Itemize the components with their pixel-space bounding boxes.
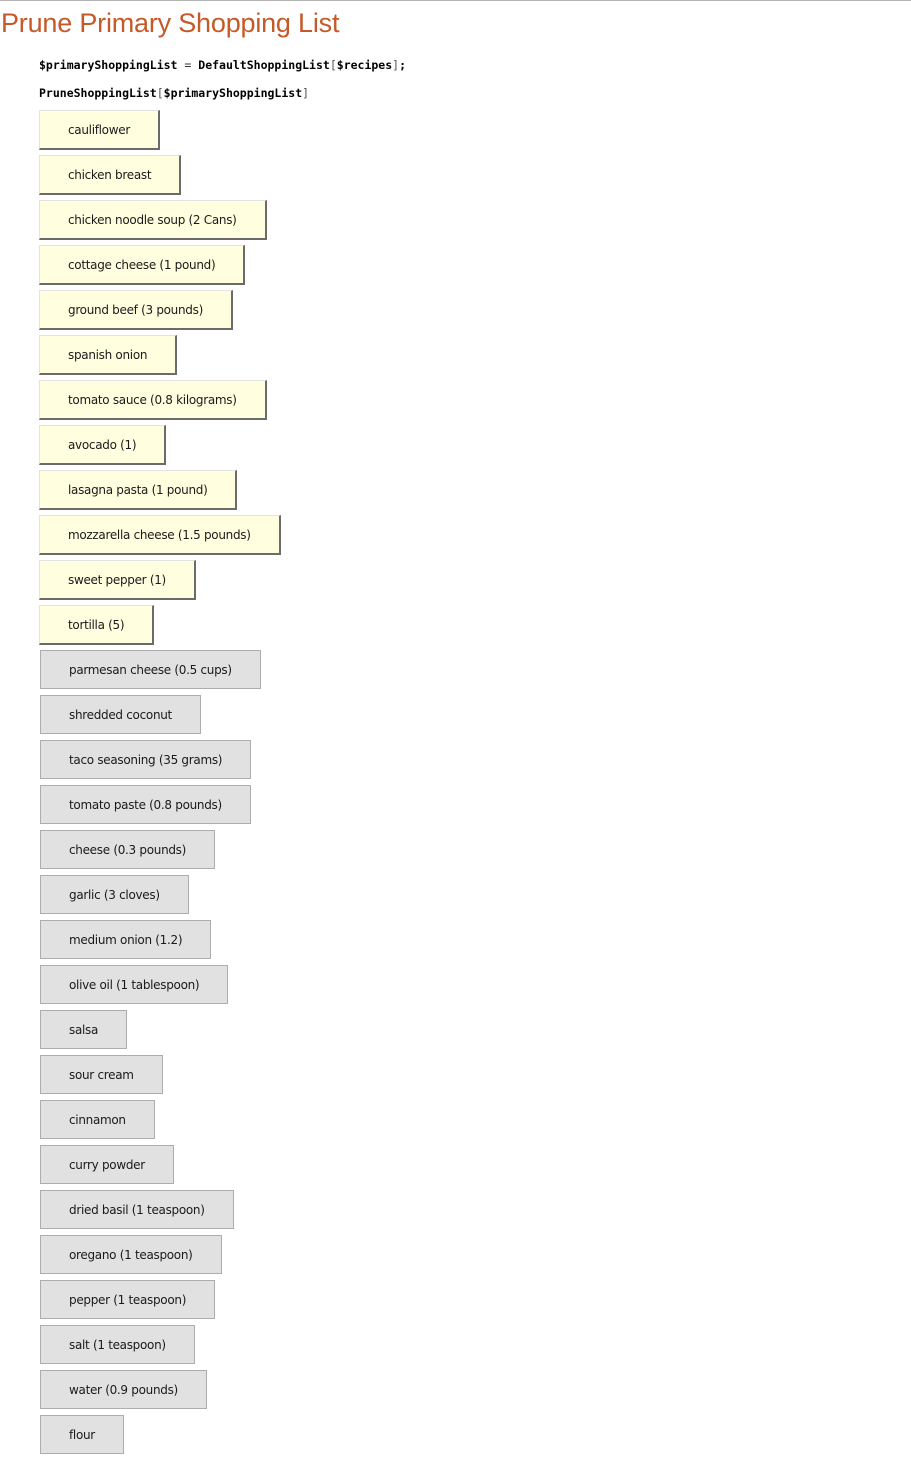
list-item: tomato sauce (0.8 kilograms) [39, 380, 281, 425]
shopping-item-toggle-list: cauliflower chicken breast chicken noodle … [39, 110, 281, 1460]
item-toggle-button-unselected[interactable]: oregano (1 teaspoon) [40, 1235, 222, 1274]
list-item: chicken breast [39, 155, 281, 200]
list-item: tomato paste (0.8 pounds) [39, 785, 281, 830]
section-title: Prune Primary Shopping List [1, 8, 340, 38]
close-bracket: ] [302, 86, 310, 100]
list-item: cinnamon [39, 1100, 281, 1145]
function-argument: $recipes [336, 58, 393, 72]
list-item: shredded coconut [39, 695, 281, 740]
item-toggle-button-unselected[interactable]: flour [40, 1415, 124, 1454]
list-item: salt (1 teaspoon) [39, 1325, 281, 1370]
item-toggle-button-unselected[interactable]: salt (1 teaspoon) [40, 1325, 195, 1364]
list-item: cheese (0.3 pounds) [39, 830, 281, 875]
item-toggle-button-unselected[interactable]: taco seasoning (35 grams) [40, 740, 252, 779]
item-toggle-button-selected[interactable]: cauliflower [39, 110, 160, 150]
list-item: flour [39, 1415, 281, 1460]
list-item: avocado (1) [39, 425, 281, 470]
list-item: medium onion (1.2) [39, 920, 281, 965]
list-item: curry powder [39, 1145, 281, 1190]
item-toggle-button-unselected[interactable]: cinnamon [40, 1100, 155, 1139]
item-toggle-button-selected[interactable]: cottage cheese (1 pound) [39, 245, 246, 285]
function-name: PruneShoppingList [39, 86, 157, 100]
function-argument: $primaryShoppingList [163, 86, 303, 100]
list-item: chicken noodle soup (2 Cans) [39, 200, 281, 245]
list-item: cauliflower [39, 110, 281, 155]
item-toggle-button-selected[interactable]: mozzarella cheese (1.5 pounds) [39, 515, 281, 555]
list-item: tortilla (5) [39, 605, 281, 650]
cell-divider [0, 0, 911, 1]
item-toggle-button-unselected[interactable]: water (0.9 pounds) [40, 1370, 207, 1409]
list-item: garlic (3 cloves) [39, 875, 281, 920]
open-bracket: [ [156, 86, 164, 100]
list-item: sour cream [39, 1055, 281, 1100]
item-toggle-button-unselected[interactable]: dried basil (1 teaspoon) [40, 1190, 234, 1229]
item-toggle-button-selected[interactable]: avocado (1) [39, 425, 167, 465]
item-toggle-button-unselected[interactable]: medium onion (1.2) [40, 920, 212, 959]
item-toggle-button-selected[interactable]: tomato sauce (0.8 kilograms) [39, 380, 267, 420]
item-toggle-button-selected[interactable]: ground beef (3 pounds) [39, 290, 233, 330]
item-toggle-button-unselected[interactable]: cheese (0.3 pounds) [40, 830, 216, 869]
list-item: lasagna pasta (1 pound) [39, 470, 281, 515]
item-toggle-button-selected[interactable]: chicken noodle soup (2 Cans) [39, 200, 267, 240]
item-toggle-button-unselected[interactable]: olive oil (1 tablespoon) [40, 965, 229, 1004]
list-item: parmesan cheese (0.5 cups) [39, 650, 281, 695]
item-toggle-button-selected[interactable]: sweet pepper (1) [39, 560, 196, 600]
list-item: ground beef (3 pounds) [39, 290, 281, 335]
list-item: salsa [39, 1010, 281, 1055]
item-toggle-button-unselected[interactable]: garlic (3 cloves) [40, 875, 189, 914]
list-item: water (0.9 pounds) [39, 1370, 281, 1415]
item-toggle-button-selected[interactable]: tortilla (5) [39, 605, 155, 645]
list-item: mozzarella cheese (1.5 pounds) [39, 515, 281, 560]
item-toggle-button-selected[interactable]: lasagna pasta (1 pound) [39, 470, 238, 510]
list-item: olive oil (1 tablespoon) [39, 965, 281, 1010]
item-toggle-button-unselected[interactable]: parmesan cheese (0.5 cups) [40, 650, 261, 689]
item-toggle-button-unselected[interactable]: salsa [40, 1010, 128, 1049]
item-toggle-button-unselected[interactable]: curry powder [40, 1145, 174, 1184]
list-item: oregano (1 teaspoon) [39, 1235, 281, 1280]
list-item: pepper (1 teaspoon) [39, 1280, 281, 1325]
list-item: taco seasoning (35 grams) [39, 740, 281, 785]
assignment-operator: = [177, 58, 199, 72]
item-toggle-button-selected[interactable]: chicken breast [39, 155, 182, 195]
input-cell-assignment[interactable]: $primaryShoppingList = DefaultShoppingLi… [39, 57, 406, 73]
item-toggle-button-unselected[interactable]: pepper (1 teaspoon) [40, 1280, 216, 1319]
function-name: DefaultShoppingList [198, 58, 330, 72]
item-toggle-button-unselected[interactable]: shredded coconut [40, 695, 201, 734]
variable-name: $primaryShoppingList [39, 58, 178, 72]
list-item: sweet pepper (1) [39, 560, 281, 605]
input-cell-prune-call[interactable]: PruneShoppingList[$primaryShoppingList] [39, 85, 309, 101]
item-toggle-button-selected[interactable]: spanish onion [39, 335, 178, 375]
item-toggle-button-unselected[interactable]: tomato paste (0.8 pounds) [40, 785, 251, 824]
list-item: dried basil (1 teaspoon) [39, 1190, 281, 1235]
semicolon: ; [399, 58, 407, 72]
item-toggle-button-unselected[interactable]: sour cream [40, 1055, 163, 1094]
list-item: spanish onion [39, 335, 281, 380]
list-item: cottage cheese (1 pound) [39, 245, 281, 290]
open-bracket: [ [329, 58, 337, 72]
